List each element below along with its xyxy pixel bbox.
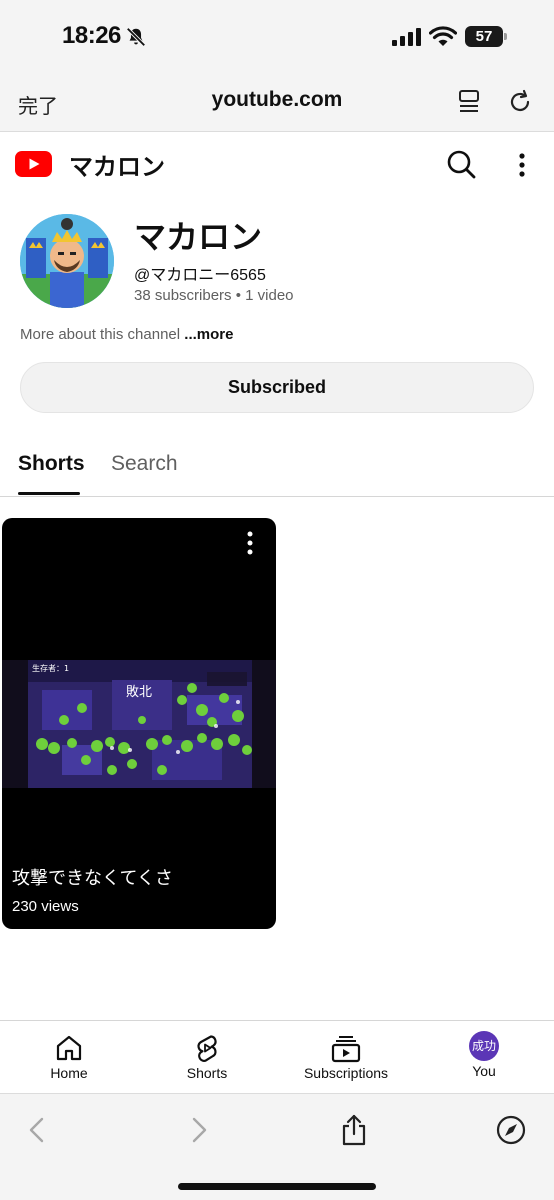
- status-bar: 18:26 57: [0, 0, 554, 76]
- compass-icon[interactable]: [495, 1114, 527, 1146]
- channel-about[interactable]: More about this channel ...more: [20, 326, 233, 343]
- thumbnail-image: 生存者：1 敗北: [28, 660, 252, 788]
- shorts-icon: [197, 1035, 217, 1062]
- header-title: マカロン: [69, 154, 165, 181]
- nav-you-label: You: [472, 1063, 496, 1079]
- you-avatar: 成功: [469, 1031, 499, 1061]
- selected-tab-indicator: [18, 492, 80, 495]
- about-text: More about this channel: [20, 326, 181, 343]
- channel-handle: @マカロニー6565: [134, 267, 266, 284]
- channel-tabs: Shorts Search: [0, 440, 554, 497]
- home-indicator: [178, 1183, 376, 1190]
- subscribed-button[interactable]: Subscribed: [20, 362, 534, 413]
- nav-subscriptions-label: Subscriptions: [303, 1065, 389, 1081]
- battery-indicator: 57: [465, 26, 507, 47]
- back-icon[interactable]: [22, 1114, 54, 1146]
- bottom-navigation: Home Shorts Subscriptions 成功 You: [0, 1020, 554, 1092]
- nav-home-label: Home: [50, 1065, 88, 1081]
- tab-search[interactable]: Search: [111, 452, 178, 476]
- short-video-card[interactable]: 生存者：1 敗北 攻撃できなくてくさ 230 views: [2, 518, 276, 929]
- subscriptions-icon: [331, 1036, 361, 1063]
- nav-subscriptions[interactable]: Subscriptions: [296, 1021, 396, 1093]
- channel-avatar[interactable]: [20, 214, 114, 308]
- youtube-logo-icon[interactable]: [15, 151, 52, 177]
- youtube-header: マカロン: [0, 133, 554, 195]
- stats-separator: •: [235, 287, 241, 304]
- reader-view-icon[interactable]: [457, 88, 481, 116]
- short-options-icon[interactable]: [240, 530, 260, 556]
- bell-muted-icon: [126, 27, 146, 47]
- video-count: 1 video: [245, 287, 294, 304]
- status-time: 18:26: [62, 22, 121, 49]
- channel-name: マカロン: [134, 219, 263, 255]
- short-thumbnail: 生存者：1 敗北: [2, 660, 276, 788]
- more-options-icon[interactable]: [512, 151, 532, 179]
- tab-shorts[interactable]: Shorts: [18, 452, 85, 476]
- more-link[interactable]: ...more: [184, 326, 233, 343]
- wifi-icon: [429, 26, 457, 46]
- short-views: 230 views: [12, 898, 79, 915]
- safari-toolbar: [0, 1093, 554, 1200]
- nav-you[interactable]: 成功 You: [444, 1021, 524, 1093]
- share-icon[interactable]: [338, 1114, 370, 1146]
- safari-address-bar: 完了 youtube.com: [0, 76, 554, 132]
- battery-level: 57: [475, 28, 493, 45]
- cellular-signal-icon: [392, 28, 421, 46]
- subscriber-count: 38 subscribers: [134, 287, 232, 304]
- nav-home[interactable]: Home: [29, 1021, 109, 1093]
- home-icon: [56, 1035, 82, 1061]
- thumb-survivor-text: 生存者：1: [32, 663, 69, 673]
- nav-shorts[interactable]: Shorts: [167, 1021, 247, 1093]
- channel-stats: 38 subscribers • 1 video: [134, 287, 294, 304]
- thumb-defeat-text: 敗北: [126, 685, 152, 700]
- forward-icon[interactable]: [182, 1114, 214, 1146]
- reload-icon[interactable]: [507, 88, 533, 116]
- search-icon[interactable]: [446, 149, 476, 179]
- nav-shorts-label: Shorts: [186, 1065, 228, 1081]
- channel-avatar-image: [20, 214, 114, 308]
- short-title: 攻撃できなくてくさ: [12, 868, 173, 888]
